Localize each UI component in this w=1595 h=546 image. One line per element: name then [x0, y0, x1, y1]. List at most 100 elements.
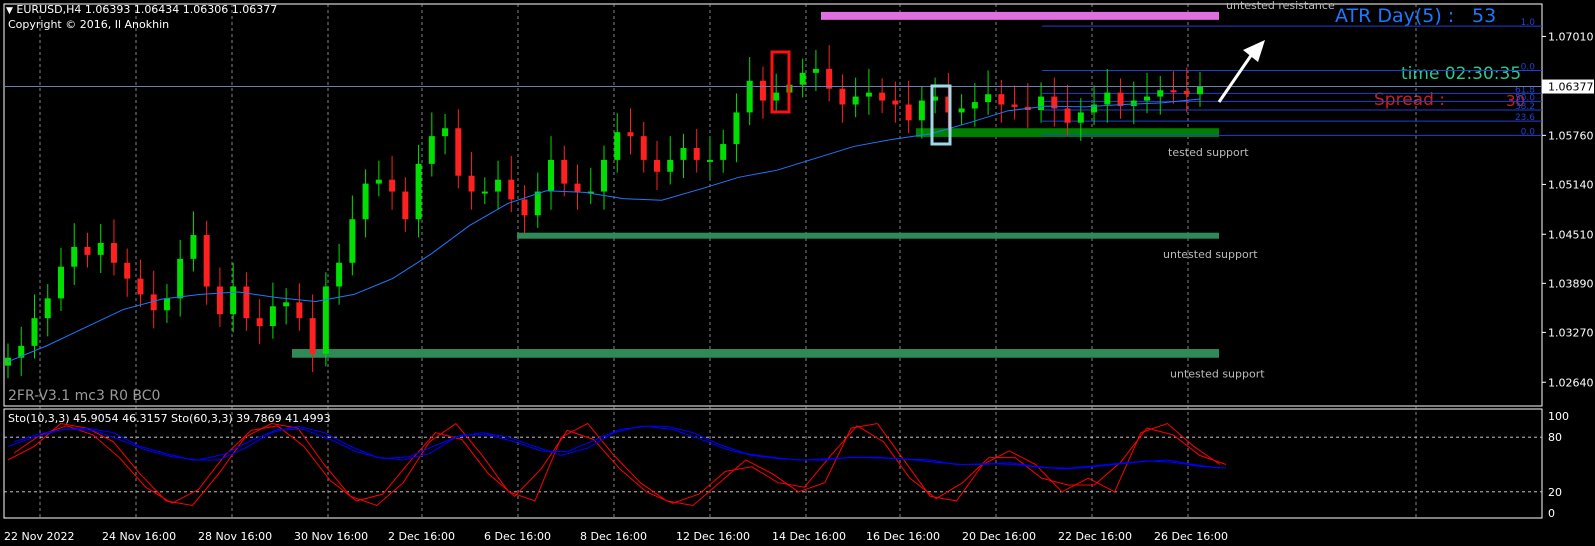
stochastic-level-label: 20 — [1548, 486, 1562, 499]
candle-bear — [627, 132, 634, 137]
candle-bull — [71, 246, 78, 267]
candle-bull — [773, 92, 780, 101]
candle-bull — [985, 94, 992, 103]
trend-arrow-shaft — [1217, 53, 1254, 103]
candle-bear — [574, 183, 581, 192]
zone-label: untested resistance — [1226, 0, 1335, 12]
candle-bull — [428, 136, 435, 164]
candle-bear — [1064, 108, 1071, 123]
candle-bull — [548, 159, 555, 192]
candle-bull — [177, 258, 184, 299]
candle-bear — [561, 159, 568, 184]
fib-level-label: 1.0 — [1521, 18, 1536, 28]
candle-bear — [1011, 104, 1018, 107]
candle-bull — [971, 102, 978, 109]
candle-bear — [84, 246, 91, 255]
y-tick-label: 1.03270 — [1548, 326, 1594, 339]
candle-bull — [322, 286, 329, 354]
zone-band — [821, 11, 1219, 20]
x-tick-label: 2 Dec 16:00 — [388, 530, 455, 543]
x-tick-label: 14 Dec 16:00 — [772, 530, 846, 543]
candle-bull — [1144, 96, 1151, 101]
x-tick-label: 30 Nov 16:00 — [294, 530, 368, 543]
x-tick-label: 8 Dec 16:00 — [580, 530, 647, 543]
y-tick-label: 1.02640 — [1548, 376, 1594, 389]
candle-bear — [243, 286, 250, 319]
candle-bull — [31, 318, 38, 346]
candle-bear — [203, 235, 210, 287]
candle-bull — [958, 108, 965, 113]
zone-band — [517, 232, 1219, 239]
candle-bear — [1183, 91, 1190, 95]
candle-bear — [1170, 90, 1177, 93]
stochastic-panel-frame — [3, 408, 1543, 519]
x-tick-label: 16 Dec 16:00 — [866, 530, 940, 543]
candle-bear — [110, 242, 117, 263]
stochastic-scale-label: 100 — [1548, 410, 1569, 423]
candle-bear — [216, 286, 223, 315]
candle-bull — [852, 96, 859, 105]
candle-bear — [521, 199, 528, 216]
candle-bull — [495, 179, 502, 192]
x-tick-label: 22 Nov 2022 — [4, 530, 74, 543]
x-tick-label: 12 Dec 16:00 — [676, 530, 750, 543]
candle-bull — [97, 242, 104, 255]
candle-bear — [998, 94, 1005, 105]
candle-bear — [468, 175, 475, 192]
x-tick-label: 24 Nov 16:00 — [102, 530, 176, 543]
candle-bull — [163, 298, 170, 311]
x-tick-label: 26 Dec 16:00 — [1154, 530, 1228, 543]
candle-bull — [865, 92, 872, 97]
y-tick-label: 1.05760 — [1548, 129, 1594, 142]
candle-bull — [1077, 112, 1084, 123]
candle-bear — [905, 104, 912, 121]
y-tick-label: 1.05140 — [1548, 178, 1594, 191]
candle-bull — [667, 159, 674, 172]
candle-bear — [879, 92, 886, 101]
candle-bull — [269, 306, 276, 327]
candle-bull — [1197, 86, 1203, 95]
candle-bull — [799, 72, 806, 85]
candle-bull — [812, 68, 819, 73]
zone-band — [292, 349, 1219, 358]
y-tick-label: 1.04510 — [1548, 228, 1594, 241]
candle-bull — [362, 183, 369, 220]
candle-bull — [349, 219, 356, 263]
candle-bear — [455, 128, 462, 176]
candle-bull — [1157, 90, 1164, 97]
stochastic-level-label: 80 — [1548, 431, 1562, 444]
x-tick-label: 20 Dec 16:00 — [962, 530, 1036, 543]
candle-bear — [124, 262, 131, 279]
trend-arrow-head — [1243, 40, 1265, 62]
candle-bull — [1038, 96, 1045, 111]
candle-bull — [534, 191, 541, 216]
zone-label: tested support — [1168, 146, 1249, 159]
candle-bear — [693, 148, 700, 160]
x-tick-label: 28 Nov 16:00 — [198, 530, 272, 543]
candle-bull — [1130, 100, 1137, 107]
candle-bull — [44, 298, 51, 319]
candle-bear — [839, 88, 846, 105]
zone-label: untested support — [1170, 368, 1265, 381]
candle-bull — [442, 128, 449, 137]
candle-bull — [190, 235, 197, 259]
candle-bear — [309, 318, 316, 354]
fib-level-label: 38.2 — [1515, 102, 1535, 112]
candle-bear — [256, 318, 263, 327]
y-tick-label: 1.03890 — [1548, 277, 1594, 290]
stochastic-fast-line — [7, 422, 1221, 507]
candle-bear — [653, 159, 660, 172]
candle-bull — [680, 148, 687, 160]
price-chart[interactable]: 22 Nov 2022 24 Nov 16:00 28 Nov 16:00 30 No… — [0, 0, 1595, 546]
candle-bear — [640, 136, 647, 160]
moving-average-line — [7, 98, 1201, 363]
fib-level-label: 0.0 — [1521, 127, 1536, 137]
candle-bull — [706, 159, 713, 162]
candle-bear — [826, 68, 833, 89]
candle-bull — [283, 302, 290, 307]
candle-bear — [402, 191, 409, 220]
candle-bull — [746, 80, 753, 113]
candle-bull — [733, 112, 740, 145]
highlight-box-red — [770, 50, 791, 114]
candle-bull — [601, 159, 607, 192]
